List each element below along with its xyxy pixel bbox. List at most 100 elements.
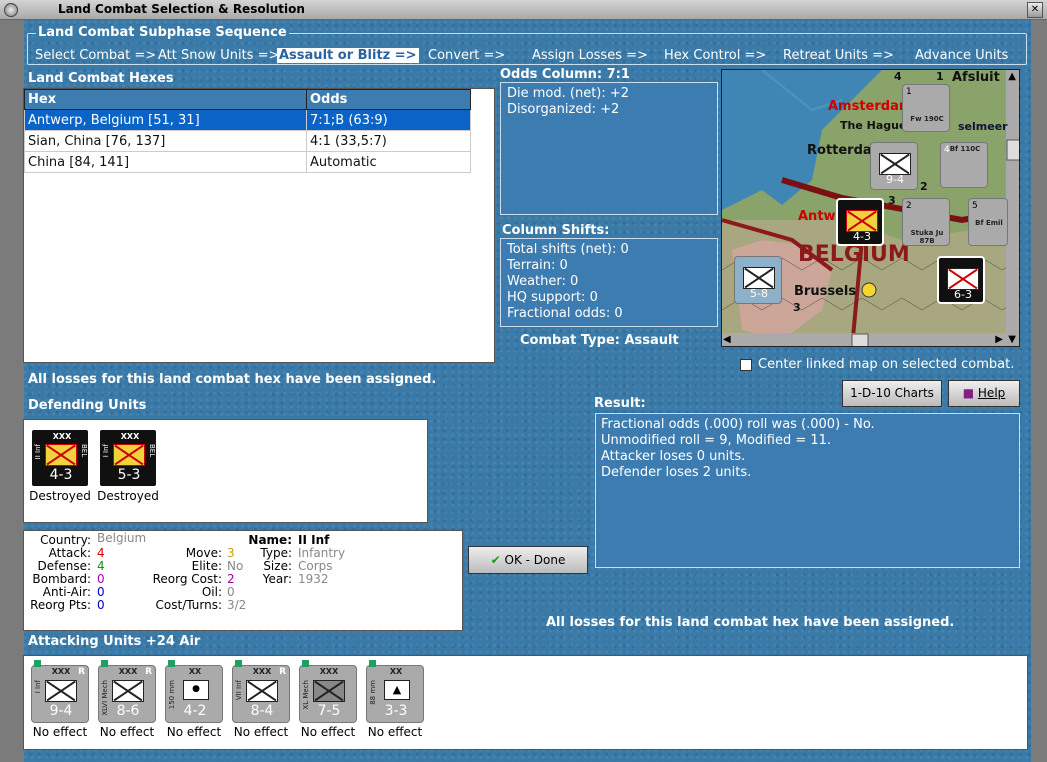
map-unit-5-8[interactable]: 5-8 — [734, 256, 782, 304]
odds-panel: Die mod. (net): +2 Disorganized: +2 — [500, 82, 718, 215]
unit-status: No effect — [32, 725, 88, 739]
center-map-label: Center linked map on selected combat. — [758, 357, 1015, 372]
map-unit-9-4[interactable]: 9-4 — [870, 142, 918, 190]
odds-cell: 4:1 (33,5:7) — [306, 130, 471, 152]
scroll-up-icon[interactable]: ▲ — [1008, 71, 1016, 82]
charts-button[interactable]: 1-D-10 Charts — [842, 380, 942, 407]
supply-chip — [302, 660, 309, 667]
unit-strength: 5 — [972, 201, 978, 211]
attacking-units-label: Attacking Units +24 Air — [28, 634, 201, 649]
infantry-icon — [113, 444, 145, 466]
odds-cell: 7:1;B (63:9) — [306, 109, 471, 131]
atk-unit-vii-inf[interactable]: XXX R VII Inf 8-4 — [232, 660, 290, 723]
result-panel: Fractional odds (.000) roll was (.000) -… — [595, 413, 1020, 568]
table-row[interactable]: China [84, 141] Automatic — [24, 151, 471, 173]
die-mod: Die mod. (net): +2 — [507, 86, 630, 101]
infantry-icon — [45, 680, 77, 702]
hex-number: 3 — [888, 194, 896, 207]
mech-icon — [313, 680, 345, 702]
country-value: Belgium — [97, 531, 147, 545]
costturns-key: Cost/Turns: — [155, 598, 222, 612]
unit-status: Destroyed — [29, 489, 91, 503]
phase-att-snow-units: Att Snow Units => — [158, 48, 280, 63]
atk-unit-xl-mech[interactable]: XXX XL Mech 7-5 — [299, 660, 357, 723]
scroll-down-icon[interactable]: ▼ — [1008, 334, 1016, 345]
column-shifts-label: Column Shifts: — [502, 223, 610, 238]
hex-cell: China [84, 141] — [24, 151, 307, 173]
atk-unit-xlvi-mech[interactable]: XXX R XLVI Mech 8-6 — [98, 660, 156, 723]
attacking-units-panel: XXX R I Inf 9-4 No effect XXX R XLVI Mec… — [23, 655, 1028, 750]
hex-number: 2 — [920, 180, 928, 193]
phase-retreat-units: Retreat Units => — [783, 48, 894, 63]
phase-assault-or-blitz: Assault or Blitz => — [277, 48, 419, 63]
map-label-the-hague: The Hague — [840, 119, 907, 132]
close-icon[interactable]: ✕ — [1027, 2, 1043, 18]
hq-support-shift: HQ support: 0 — [507, 290, 598, 305]
terrain-shift: Terrain: 0 — [507, 258, 568, 273]
unit-strength: 2 — [906, 201, 912, 211]
table-row[interactable]: Antwerp, Belgium [51, 31] 7:1;B (63:9) — [24, 109, 471, 131]
help-button[interactable]: ■ Help — [948, 380, 1020, 407]
unit-strength: 1 — [906, 87, 912, 97]
window-menu-icon[interactable] — [4, 3, 18, 17]
odds-cell: Automatic — [306, 151, 471, 173]
hex-number: 1 — [936, 70, 944, 83]
infantry-icon — [45, 444, 77, 466]
atk-unit-88mm[interactable]: XX 88 mm ▲ 3-3 — [366, 660, 424, 723]
combat-type: Combat Type: Assault — [520, 333, 679, 348]
col-hex[interactable]: Hex — [24, 89, 307, 110]
center-linked-map-toggle[interactable]: Center linked map on selected combat. — [740, 357, 1014, 372]
window-title: Land Combat Selection & Resolution — [58, 2, 305, 16]
def-unit-ii-inf[interactable]: XXX II Inf BEL 4-3 — [30, 428, 90, 488]
odds-column-label: Odds Column: 7:1 — [500, 67, 630, 82]
def-unit-i-inf[interactable]: XXX I Inf BEL 5-3 — [98, 428, 158, 488]
hex-number: 3 — [793, 301, 801, 314]
unit-status: No effect — [99, 725, 155, 739]
weather-shift: Weather: 0 — [507, 274, 579, 289]
combat-hexes-list[interactable]: Hex Odds Antwerp, Belgium [51, 31] 7:1;B… — [23, 88, 495, 363]
col-odds[interactable]: Odds — [306, 89, 471, 110]
table-row[interactable]: Sian, China [76, 137] 4:1 (33,5:7) — [24, 130, 471, 152]
result-line: Defender loses 2 units. — [601, 465, 752, 480]
scroll-left-icon[interactable]: ◀ — [723, 334, 731, 345]
map-unit-bf-emil[interactable]: Bf Emil 5 — [968, 198, 1008, 246]
map-unit-stuka[interactable]: Stuka Ju 87B 2 — [902, 198, 950, 246]
disorganized: Disorganized: +2 — [507, 102, 620, 117]
column-shifts-panel: Total shifts (net): 0 Terrain: 0 Weather… — [500, 238, 718, 327]
infantry-icon — [743, 267, 775, 289]
map-unit-bf110[interactable]: Bf 110C 4 — [940, 142, 988, 188]
help-label: Help — [977, 386, 1006, 400]
map-unit-6-3[interactable]: 6-3 — [937, 256, 985, 304]
year-key: Year: — [262, 572, 292, 586]
result-line: Unmodified roll = 9, Modified = 11. — [601, 433, 832, 448]
hex-cell: Antwerp, Belgium [51, 31] — [24, 109, 307, 131]
unit-strength: 4 — [944, 145, 950, 155]
center-map-checkbox[interactable] — [740, 358, 752, 371]
map-unit-4-3[interactable]: 4-3 — [836, 198, 884, 246]
linked-map[interactable]: Afsluit Amsterdam The Hague selmeer Rott… — [721, 69, 1020, 347]
total-shifts: Total shifts (net): 0 — [507, 242, 629, 257]
unit-status: No effect — [367, 725, 423, 739]
hex-cell: Sian, China [76, 137] — [24, 130, 307, 152]
defending-units-label: Defending Units — [28, 398, 147, 413]
atk-unit-i-inf[interactable]: XXX R I Inf 9-4 — [31, 660, 89, 723]
costturns-value: 3/2 — [227, 598, 247, 612]
artillery-icon: ● — [183, 680, 209, 700]
scroll-right-icon[interactable]: ▶ — [995, 334, 1003, 345]
supply-chip — [168, 660, 175, 667]
unit-status: No effect — [233, 725, 289, 739]
hexes-table: Hex Odds Antwerp, Belgium [51, 31] 7:1;B… — [24, 89, 471, 173]
unit-status: No effect — [300, 725, 356, 739]
atk-unit-150mm[interactable]: XX 150 mm ● 4-2 — [165, 660, 223, 723]
result-line: Attacker loses 0 units. — [601, 449, 746, 464]
ok-done-button[interactable]: ✔ OK - Done — [468, 546, 588, 574]
map-label-brussels: Brussels — [794, 284, 857, 299]
map-unit-fw190[interactable]: Fw 190C 1 — [902, 84, 950, 132]
phase-convert: Convert => — [428, 48, 506, 63]
supply-chip — [101, 660, 108, 667]
phase-hex-control: Hex Control => — [664, 48, 767, 63]
map-label-amsterdam: Amsterdam — [828, 99, 913, 114]
help-book-icon: ■ — [962, 386, 975, 400]
infantry-icon — [879, 153, 911, 175]
map-label-ijsselmeer: selmeer — [958, 120, 1008, 133]
